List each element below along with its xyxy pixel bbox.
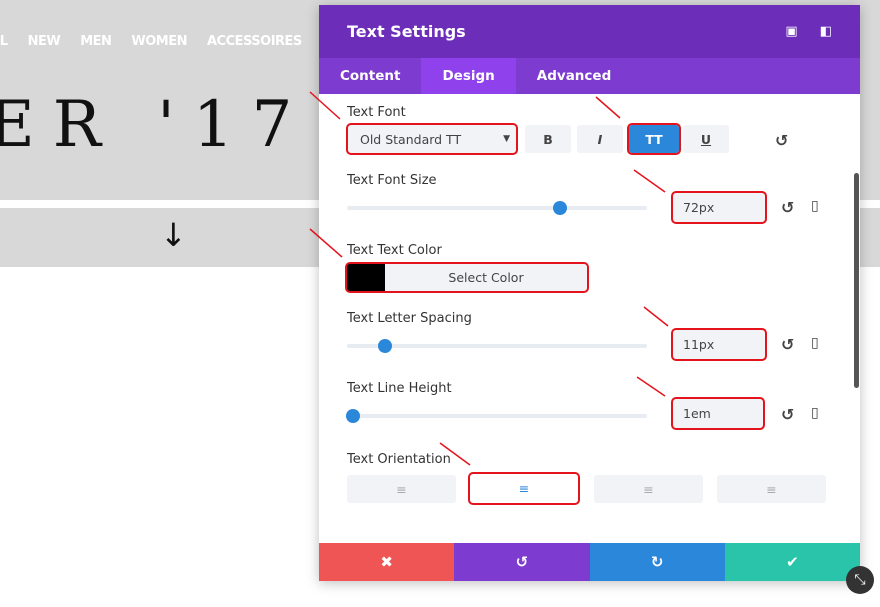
annotation-arrow (633, 169, 666, 193)
annotation-arrow (636, 376, 666, 397)
annotation-arrow (439, 442, 471, 466)
annotation-arrow (643, 306, 669, 327)
annotation-arrows (309, 91, 669, 466)
annotation-arrow (309, 91, 341, 120)
annotation-arrow (309, 228, 343, 258)
annotation-arrow (595, 96, 621, 119)
